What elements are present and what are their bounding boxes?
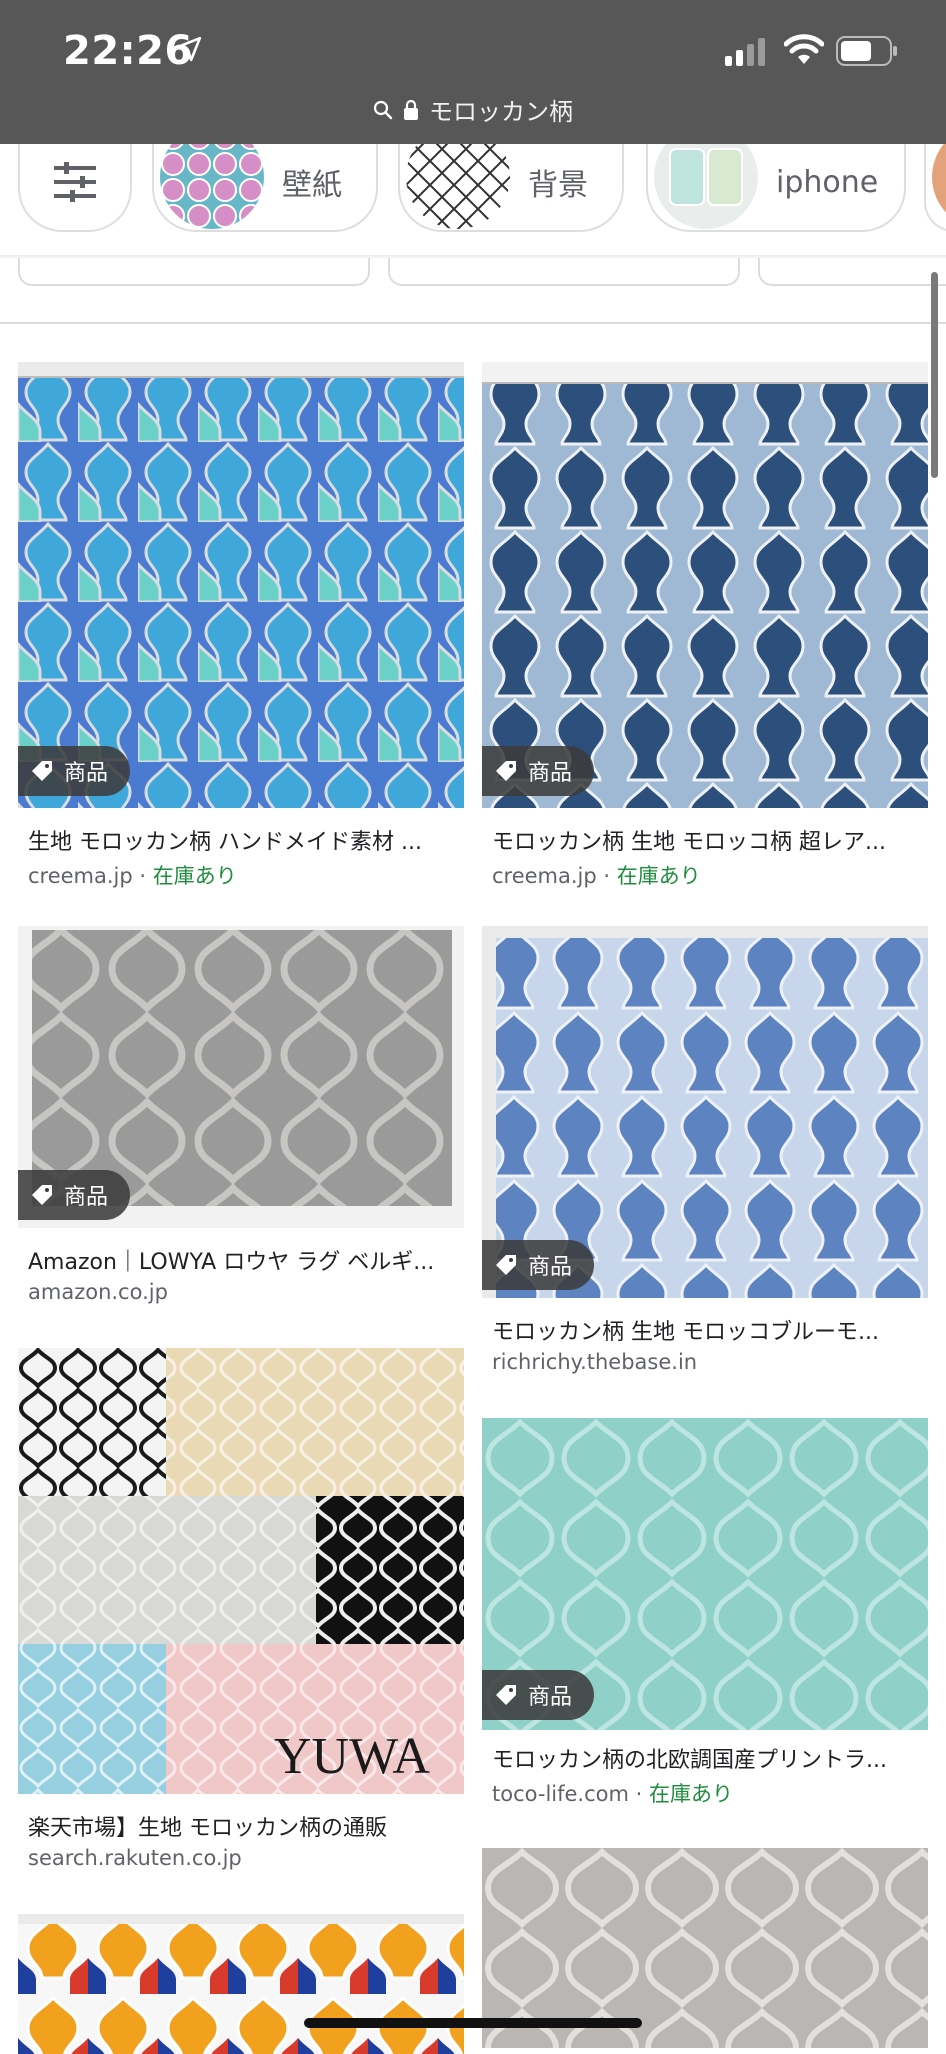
clock: 22:26 <box>63 28 193 74</box>
result-source: toco-life.com · 在庫あり <box>492 1778 733 1808</box>
tune-sliders-icon <box>54 162 96 202</box>
badge-label: 商品 <box>528 761 573 786</box>
location-arrow-icon <box>176 36 202 62</box>
badge-label: 商品 <box>64 761 109 786</box>
chip-more[interactable] <box>924 144 946 232</box>
stock-status: 在庫あり <box>616 864 701 888</box>
secondary-chip[interactable] <box>388 258 740 286</box>
secondary-chip[interactable] <box>18 258 370 286</box>
separator: · <box>596 864 617 888</box>
result-card[interactable]: 商品 Amazon｜LOWYA ロウヤ ラグ ベルギ... amazon.co.… <box>18 926 464 1306</box>
product-badge: 商品 <box>482 1670 595 1720</box>
stock-status: 在庫あり <box>152 864 237 888</box>
result-card[interactable]: YUWA 楽天市場】生地 モロッカン柄の通販 search.rakuten.co… <box>18 1348 464 1878</box>
separator: · <box>132 864 153 888</box>
cellular-signal-icon <box>725 38 765 66</box>
result-card[interactable]: 商品 モロッカン柄 生地 モロッコブルーモ... richrichy.theba… <box>482 926 928 1376</box>
tag-icon <box>32 1185 52 1205</box>
filter-button[interactable] <box>18 144 132 232</box>
more-thumbnail-icon <box>932 144 946 229</box>
result-card[interactable]: 商品 生地 モロッカン柄 ハンドメイド素材 ... creema.jp · 在庫… <box>18 362 464 892</box>
source-domain: toco-life.com <box>492 1782 629 1806</box>
result-card[interactable]: 商品 モロッカン柄 生地 モロッコ柄 超レア... creema.jp · 在庫… <box>482 362 928 892</box>
result-image: YUWA <box>18 1348 464 1794</box>
separator: · <box>628 1782 649 1806</box>
source-domain: creema.jp <box>28 864 133 888</box>
badge-label: 商品 <box>64 1185 109 1210</box>
home-indicator[interactable] <box>304 2018 642 2028</box>
iphone-case-thumbnail-icon <box>654 144 758 229</box>
divider <box>0 322 946 324</box>
result-title[interactable]: モロッカン柄 生地 モロッコ柄 超レア... <box>492 824 928 856</box>
product-badge: 商品 <box>482 746 595 796</box>
wifi-icon <box>784 34 824 64</box>
product-badge: 商品 <box>18 746 131 796</box>
result-title[interactable]: モロッカン柄 生地 モロッコブルーモ... <box>492 1314 928 1346</box>
url-text: モロッカン柄 <box>429 98 573 126</box>
tag-icon <box>496 761 516 781</box>
result-image <box>18 362 464 808</box>
wallpaper-thumbnail-icon <box>160 144 264 229</box>
result-title[interactable]: Amazon｜LOWYA ロウヤ ラグ ベルギ... <box>28 1244 464 1276</box>
result-title[interactable]: モロッカン柄の北欧調国産プリントラ... <box>492 1742 928 1774</box>
result-source: creema.jp · 在庫あり <box>28 860 237 890</box>
result-card[interactable]: 商品 モロッカン柄の北欧調国産プリントラ... toco-life.com · … <box>482 1418 928 1818</box>
tag-icon <box>496 1255 516 1275</box>
result-image <box>482 362 928 808</box>
brand-watermark: YUWA <box>274 1728 430 1785</box>
chip-iphone[interactable]: iphone <box>646 144 906 232</box>
background-thumbnail-icon <box>406 144 510 229</box>
battery-icon <box>836 36 897 66</box>
chip-label: 壁紙 <box>282 168 342 203</box>
tag-icon <box>496 1685 516 1705</box>
search-icon <box>373 100 393 119</box>
chip-wallpaper[interactable]: 壁紙 <box>152 144 378 232</box>
result-source: search.rakuten.co.jp <box>28 1846 242 1870</box>
chip-background[interactable]: 背景 <box>398 144 624 232</box>
badge-label: 商品 <box>528 1255 573 1280</box>
chip-label: 背景 <box>528 168 588 203</box>
suggestion-chips: 壁紙 背景 iphone <box>0 144 946 256</box>
result-image <box>18 1914 464 2054</box>
address-bar[interactable]: モロッカン柄 <box>0 92 946 127</box>
tag-icon <box>32 761 52 781</box>
product-badge: 商品 <box>482 1240 595 1290</box>
result-title[interactable]: 生地 モロッカン柄 ハンドメイド素材 ... <box>28 824 464 856</box>
result-card[interactable] <box>18 1914 464 2054</box>
result-source: amazon.co.jp <box>28 1280 168 1304</box>
secondary-chip[interactable] <box>758 258 946 286</box>
result-source: creema.jp · 在庫あり <box>492 860 701 890</box>
status-bar: 22:26 モロッカン柄 <box>0 0 946 144</box>
scrollbar[interactable] <box>931 272 938 478</box>
badge-label: 商品 <box>528 1685 573 1710</box>
result-title[interactable]: 楽天市場】生地 モロッカン柄の通販 <box>28 1810 464 1842</box>
source-domain: creema.jp <box>492 864 597 888</box>
lock-icon <box>404 99 418 120</box>
stock-status: 在庫あり <box>648 1782 733 1806</box>
product-badge: 商品 <box>18 1170 131 1220</box>
result-source: richrichy.thebase.in <box>492 1350 698 1374</box>
secondary-chips <box>0 258 946 288</box>
chip-label: iphone <box>776 164 879 200</box>
